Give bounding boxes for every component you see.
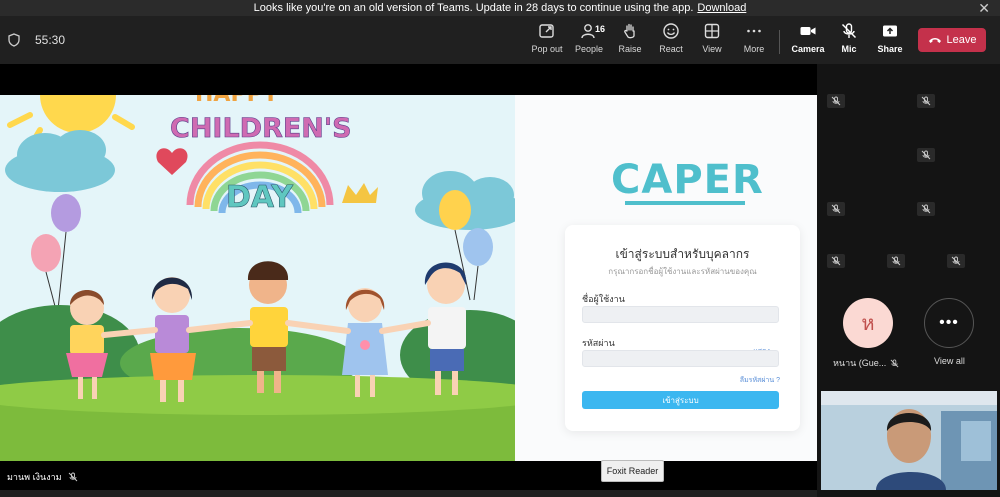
login-card: เข้าสู่ระบบสำหรับบุคลากร กรุณากรอกชื่อผู…: [565, 225, 800, 431]
shared-content: HAPPY CHILDREN'S DAY CAPER เข้าสู่ระบบสำ…: [0, 95, 817, 461]
people-button[interactable]: 16 People: [567, 22, 611, 60]
react-button[interactable]: React: [649, 22, 693, 60]
view-all-button[interactable]: •••: [924, 298, 974, 348]
login-panel: CAPER เข้าสู่ระบบสำหรับบุคลากร กรุณากรอก…: [515, 95, 817, 461]
camera-label: Camera: [791, 44, 825, 54]
popout-icon: [539, 24, 554, 38]
meeting-timer: 55:30: [35, 33, 66, 47]
guest-name: หนาน (Gue...: [833, 358, 887, 368]
share-icon: [883, 25, 897, 37]
people-label: People: [574, 44, 604, 54]
participant-mute-badge: [917, 202, 935, 216]
more-label: More: [743, 44, 765, 54]
view-button[interactable]: View: [690, 22, 734, 60]
more-icon: [747, 29, 761, 33]
mic-button[interactable]: Mic: [827, 22, 871, 60]
camera-button[interactable]: Camera: [786, 22, 830, 60]
shield-icon: [8, 33, 20, 47]
react-label: React: [659, 44, 683, 54]
meeting-toolbar: 55:30 Pop out 16 People Raise React View…: [0, 16, 1000, 64]
caper-logo: CAPER: [611, 157, 764, 203]
smile-icon: [663, 23, 679, 39]
password-label: รหัสผ่าน: [582, 338, 615, 348]
participant-mute-badge: [827, 254, 845, 268]
shared-screen-stage: HAPPY CHILDREN'S DAY CAPER เข้าสู่ระบบสำ…: [0, 64, 817, 490]
camera-icon: [800, 27, 816, 35]
raise-label: Raise: [618, 44, 642, 54]
mic-label: Mic: [841, 44, 857, 54]
close-icon[interactable]: ✕: [978, 0, 990, 17]
username-label: ชื่อผู้ใช้งาน: [582, 294, 625, 304]
illustration-title-mid: CHILDREN'S: [170, 113, 352, 144]
participant-mute-badge: [827, 202, 845, 216]
popout-label: Pop out: [531, 44, 563, 54]
view-label: View: [702, 44, 722, 54]
illustration-title-bottom: DAY: [226, 180, 294, 215]
raise-hand-icon: [624, 23, 635, 39]
participant-mute-badge: [947, 254, 965, 268]
presenter-label: มานพ เงินงาม: [7, 470, 78, 484]
presenter-bar: มานพ เงินงาม: [0, 461, 817, 490]
mic-off-icon: [951, 256, 961, 266]
mic-off-icon: [921, 96, 931, 106]
participant-mute-badge: [887, 254, 905, 268]
view-all-label[interactable]: View all: [934, 356, 965, 366]
participant-mute-badge: [917, 148, 935, 162]
share-button[interactable]: Share: [868, 22, 912, 60]
mic-off-icon: [841, 23, 857, 39]
mic-off-icon: [921, 150, 931, 160]
password-field[interactable]: [582, 350, 779, 367]
leave-label: Leave: [946, 34, 977, 46]
hang-up-icon: [928, 38, 941, 43]
forgot-password-link[interactable]: ลืมรหัสผ่าน ?: [740, 375, 780, 386]
guest-name-label: หนาน (Gue...: [833, 356, 899, 370]
presenter-name: มานพ เงินงาม: [7, 472, 62, 482]
mic-off-icon: [831, 204, 841, 214]
mic-off-icon: [890, 358, 899, 367]
self-view-image: [821, 391, 997, 490]
username-field[interactable]: [582, 306, 779, 323]
update-message: Looks like you're on an old version of T…: [253, 2, 694, 14]
logo-underline: [625, 201, 745, 205]
login-subtitle: กรุณากรอกชื่อผู้ใช้งานและรหัสผ่านของคุณ: [608, 267, 757, 276]
illustration-title-top: HAPPY: [195, 95, 280, 107]
popout-button[interactable]: Pop out: [525, 22, 569, 60]
people-count: 16: [595, 24, 606, 34]
more-button[interactable]: More: [732, 22, 776, 60]
login-submit-button[interactable]: เข้าสู่ระบบ: [582, 391, 779, 409]
participant-mute-badge: [827, 94, 845, 108]
update-banner: Looks like you're on an old version of T…: [0, 0, 1000, 16]
mic-off-icon: [831, 96, 841, 106]
leave-button[interactable]: Leave: [918, 28, 986, 52]
participant-mute-badge: [917, 94, 935, 108]
mic-off-icon: [831, 256, 841, 266]
self-view-video[interactable]: [821, 391, 997, 490]
mic-off-icon: [68, 472, 77, 482]
grid-icon: [704, 23, 720, 39]
illustration-graphic: HAPPY CHILDREN'S DAY: [0, 95, 515, 461]
raise-button[interactable]: Raise: [608, 22, 652, 60]
login-title: เข้าสู่ระบบสำหรับบุคลากร: [615, 247, 750, 261]
mic-off-icon: [921, 204, 931, 214]
childrens-day-illustration: HAPPY CHILDREN'S DAY: [0, 95, 515, 461]
toolbar-divider: [779, 30, 780, 54]
download-link[interactable]: Download: [697, 2, 746, 14]
guest-avatar[interactable]: ห: [843, 298, 893, 348]
share-label: Share: [877, 44, 903, 54]
mic-off-icon: [891, 256, 901, 266]
foxit-reader-tooltip: Foxit Reader: [601, 460, 664, 482]
